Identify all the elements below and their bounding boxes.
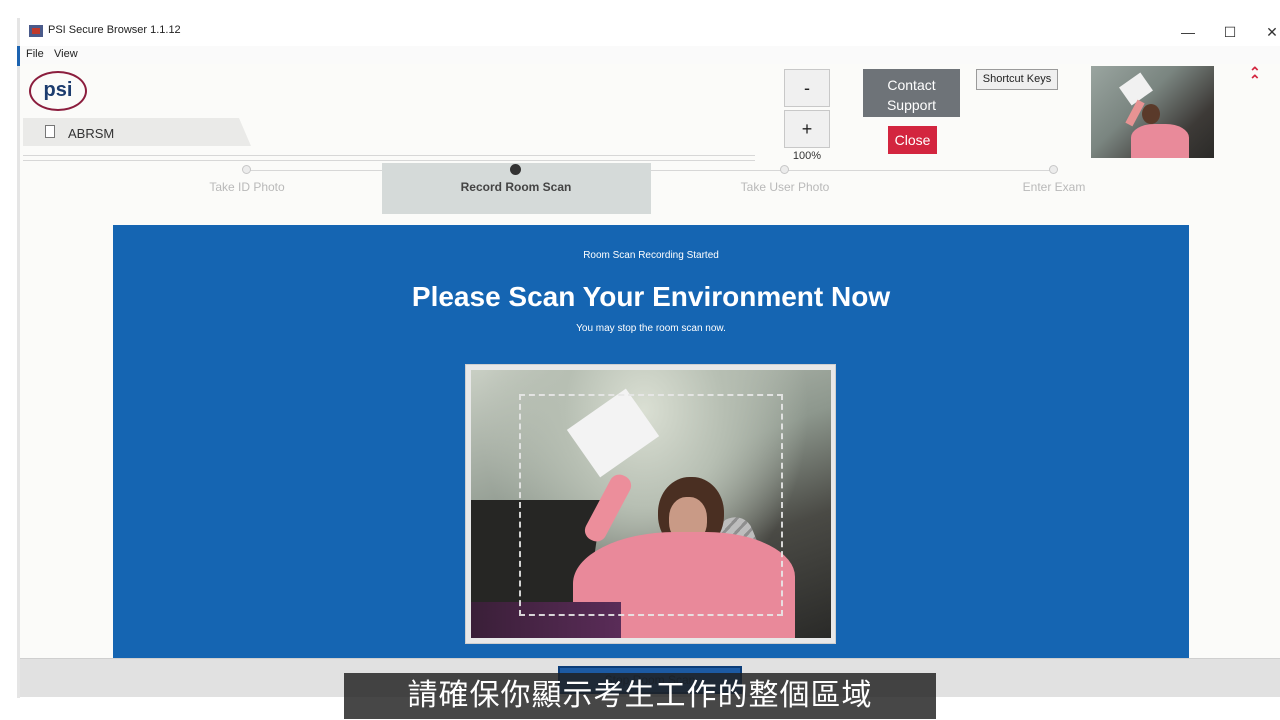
exam-tab-label: ABRSM: [68, 126, 115, 141]
tab-divider: [23, 155, 755, 161]
menu-file[interactable]: File: [26, 48, 44, 60]
collapse-chevron-icon[interactable]: ⌃ ⌃: [1249, 65, 1261, 88]
zoom-level: 100%: [792, 150, 822, 162]
contact-support-line1: Contact: [887, 77, 936, 93]
psi-logo: psi: [29, 71, 87, 111]
scan-status: Room Scan Recording Started: [583, 250, 719, 261]
webcam-head: [1142, 104, 1160, 124]
focus-accent: [17, 46, 20, 66]
step-dot-take-id-photo: [242, 165, 251, 174]
step-take-user-photo: Take User Photo: [740, 180, 830, 194]
minimize-icon[interactable]: —: [1166, 18, 1210, 46]
webcam-preview: [1091, 66, 1214, 158]
video-frame: [465, 364, 836, 644]
close-window-icon[interactable]: ✕: [1250, 18, 1280, 46]
contact-support-button[interactable]: Contact Support: [863, 69, 960, 117]
zoom-out-button[interactable]: -: [784, 69, 830, 107]
maximize-icon[interactable]: ☐: [1208, 18, 1252, 46]
step-record-room-scan: Record Room Scan: [460, 180, 572, 194]
video-subtitle: 請確保你顯示考生工作的整個區域: [344, 673, 936, 719]
menu-view[interactable]: View: [54, 48, 78, 60]
app-icon: [29, 25, 43, 37]
step-dot-record-room-scan: [510, 164, 521, 175]
room-scan-video: [471, 370, 831, 638]
step-dot-take-user-photo: [780, 165, 789, 174]
logo-text: psi: [43, 79, 73, 101]
document-icon: [45, 125, 55, 138]
webcam-body: [1131, 124, 1189, 158]
chevron-up-icon-2: ⌃: [1249, 72, 1261, 88]
scan-heading: Please Scan Your Environment Now: [411, 281, 891, 312]
menu-bar: File View: [20, 46, 1280, 64]
app-content: psi ABRSM - + 100% Contact Support Close…: [20, 64, 1280, 696]
step-dot-enter-exam: [1049, 165, 1058, 174]
close-button[interactable]: Close: [888, 126, 937, 154]
contact-support-line2: Support: [886, 97, 937, 113]
face-guide-frame: [519, 394, 783, 616]
title-bar: PSI Secure Browser 1.1.12 — ☐ ✕: [20, 18, 1280, 46]
exam-tab[interactable]: ABRSM: [23, 118, 251, 146]
step-enter-exam: Enter Exam: [1022, 180, 1086, 194]
room-scan-panel: Room Scan Recording Started Please Scan …: [113, 225, 1189, 658]
scan-hint: You may stop the room scan now.: [576, 323, 726, 334]
shortcut-keys-button[interactable]: Shortcut Keys: [976, 69, 1058, 90]
window-title: PSI Secure Browser 1.1.12: [48, 24, 181, 36]
zoom-in-button[interactable]: +: [784, 110, 830, 148]
step-take-id-photo: Take ID Photo: [209, 180, 285, 194]
